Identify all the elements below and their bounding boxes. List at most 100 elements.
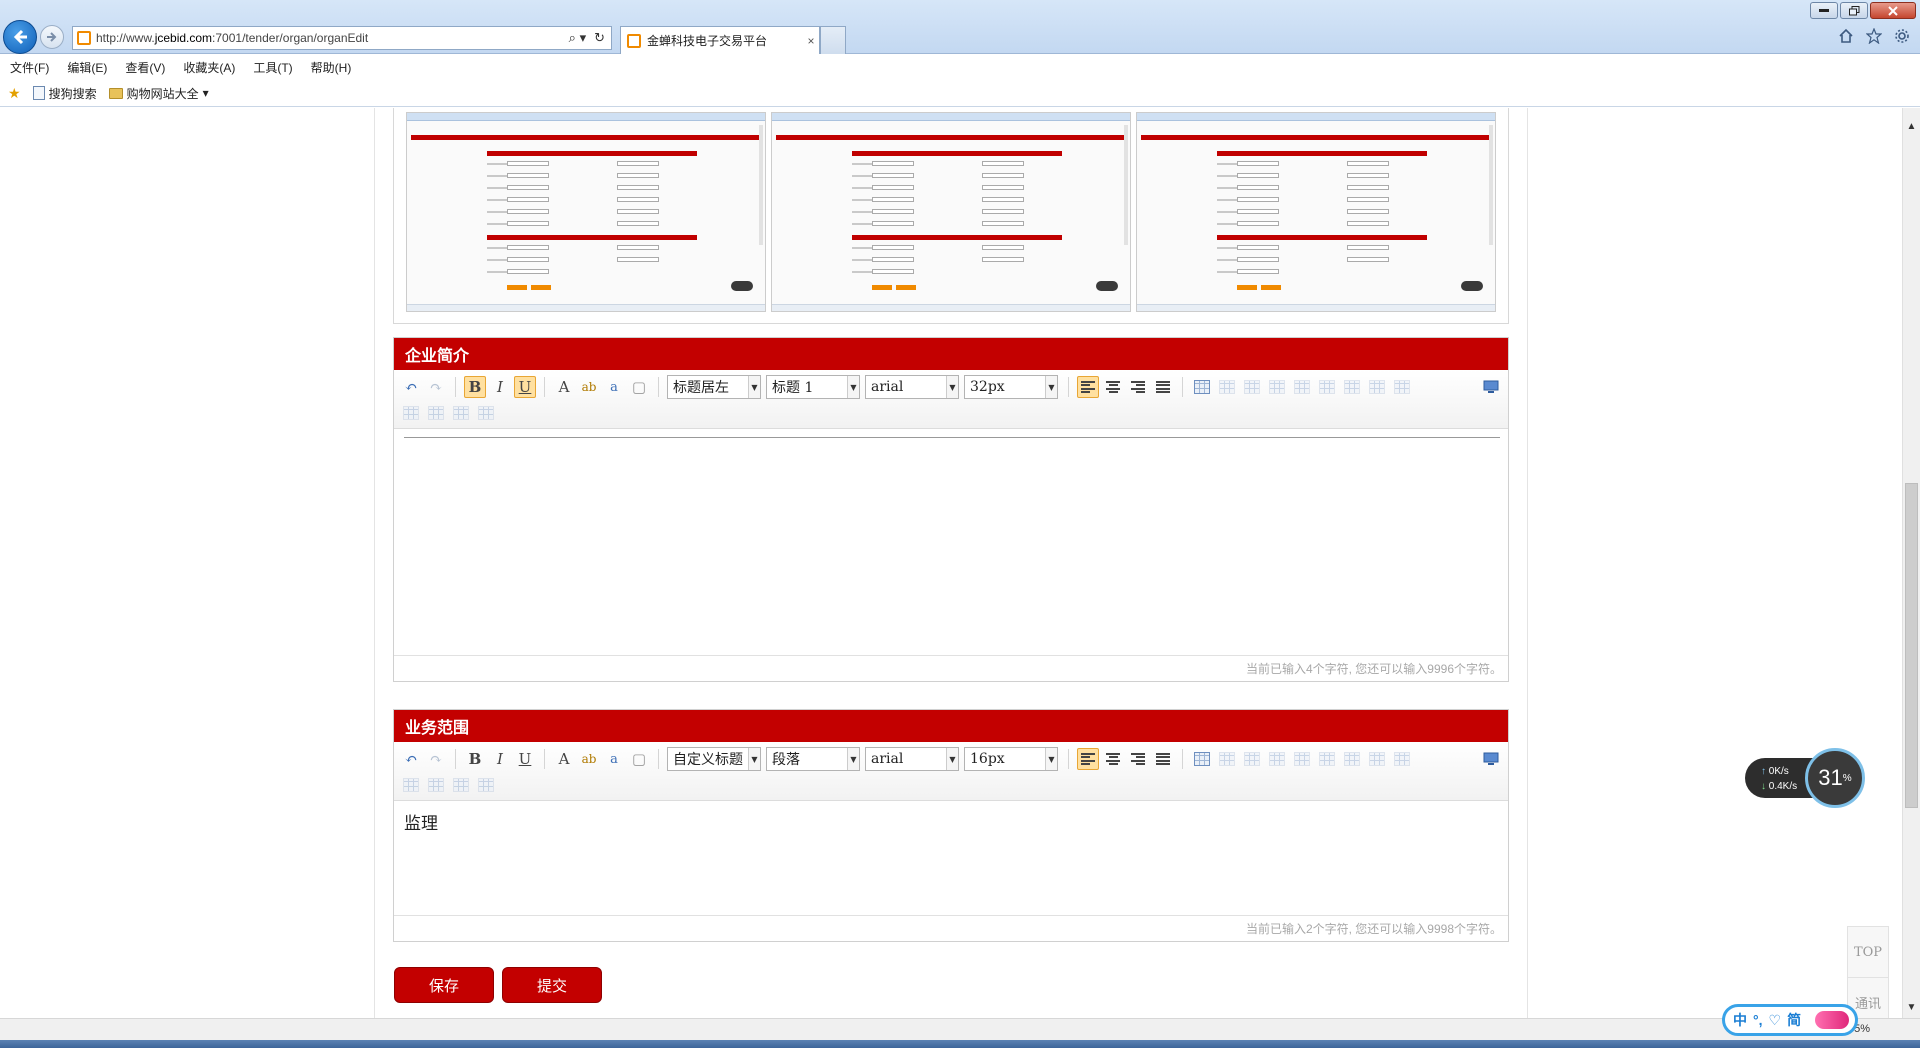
split-cells-button[interactable] <box>1391 376 1413 398</box>
thumbnail-image[interactable] <box>1136 112 1496 312</box>
align-center-button[interactable] <box>1102 376 1124 398</box>
scroll-down-icon[interactable]: ▼ <box>1903 999 1920 1016</box>
back-button[interactable] <box>3 20 37 54</box>
delete-table-button[interactable] <box>1216 376 1238 398</box>
menu-help[interactable]: 帮助(H) <box>311 59 352 76</box>
font-color-icon[interactable]: A <box>553 376 575 398</box>
align-left-button[interactable] <box>1077 376 1099 398</box>
italic-button[interactable]: I <box>489 376 511 398</box>
redo-icon[interactable]: ↷ <box>425 748 447 770</box>
link-icon[interactable]: a <box>603 748 625 770</box>
insert-table-button[interactable] <box>1191 748 1213 770</box>
preview-button[interactable] <box>1480 748 1502 770</box>
average-row-button[interactable] <box>450 402 472 424</box>
thumbnail-image[interactable] <box>771 112 1131 312</box>
font-family-select[interactable]: arial ▼ <box>865 375 959 399</box>
paragraph-style-select[interactable]: 标题居左 ▼ <box>667 375 761 399</box>
favorite-sogou[interactable]: 搜狗搜索 <box>32 85 97 102</box>
delete-row-button[interactable] <box>1291 748 1313 770</box>
refresh-icon[interactable]: ↻ <box>594 30 605 46</box>
ime-simplified-mode[interactable]: 简 <box>1787 1010 1801 1030</box>
align-left-button[interactable] <box>1077 748 1099 770</box>
favorite-shopping[interactable]: 购物网站大全 ▾ <box>108 85 209 102</box>
average-row-button[interactable] <box>450 774 472 796</box>
paragraph-style-select[interactable]: 自定义标题 ▼ <box>667 747 761 771</box>
favorites-star-icon[interactable] <box>1866 28 1882 44</box>
split-row-button[interactable] <box>400 402 422 424</box>
delete-column-button[interactable] <box>1341 376 1363 398</box>
bold-button[interactable]: B <box>464 376 486 398</box>
redo-icon[interactable]: ↷ <box>425 376 447 398</box>
ime-skin-icon[interactable] <box>1815 1011 1849 1029</box>
font-color-icon[interactable]: A <box>553 748 575 770</box>
ime-heart-icon[interactable]: ♡ <box>1769 1012 1782 1029</box>
insert-caption-button[interactable] <box>1241 376 1263 398</box>
split-cells-button[interactable] <box>1391 748 1413 770</box>
save-button[interactable]: 保存 <box>394 967 494 1003</box>
italic-button[interactable]: I <box>489 748 511 770</box>
insert-caption-button[interactable] <box>1241 748 1263 770</box>
search-dropdown-icon[interactable]: ⌕ ▾ <box>569 30 586 46</box>
undo-icon[interactable]: ↶ <box>400 376 422 398</box>
tab-close-icon[interactable]: × <box>803 34 819 48</box>
minimize-button[interactable] <box>1810 2 1838 19</box>
link-icon[interactable]: a <box>603 376 625 398</box>
underline-button[interactable]: U <box>514 376 536 398</box>
menu-file[interactable]: 文件(F) <box>10 59 49 76</box>
forward-button[interactable] <box>40 25 64 49</box>
page-break-icon[interactable]: ▢ <box>628 748 650 770</box>
ime-punctuation-icon[interactable]: °, <box>1753 1012 1763 1028</box>
highlight-color-icon[interactable]: ab <box>578 748 600 770</box>
ime-toolbar[interactable]: 中 °, ♡ 简 <box>1722 1004 1858 1036</box>
align-right-button[interactable] <box>1127 748 1149 770</box>
thumbnail-image[interactable] <box>406 112 766 312</box>
browser-tab[interactable]: 金蝉科技电子交易平台 × <box>620 26 820 54</box>
font-size-select[interactable]: 16px ▼ <box>964 747 1058 771</box>
average-column-button[interactable] <box>475 402 497 424</box>
font-family-select[interactable]: arial ▼ <box>865 747 959 771</box>
undo-icon[interactable]: ↶ <box>400 748 422 770</box>
insert-column-button[interactable] <box>1316 748 1338 770</box>
menu-edit[interactable]: 编辑(E) <box>67 59 107 76</box>
ime-language[interactable]: 中 <box>1733 1010 1747 1030</box>
page-break-icon[interactable]: ▢ <box>628 376 650 398</box>
insert-table-button[interactable] <box>1191 376 1213 398</box>
align-justify-button[interactable] <box>1152 748 1174 770</box>
new-tab-button[interactable] <box>820 26 846 54</box>
vertical-scrollbar[interactable]: ▲ ▼ <box>1902 108 1920 1018</box>
add-favorite-star-icon[interactable]: ★ <box>8 85 21 102</box>
average-column-button[interactable] <box>475 774 497 796</box>
delete-table-button[interactable] <box>1216 748 1238 770</box>
align-right-button[interactable] <box>1127 376 1149 398</box>
home-icon[interactable] <box>1838 28 1854 44</box>
insert-row-button[interactable] <box>1266 748 1288 770</box>
menu-favorites[interactable]: 收藏夹(A) <box>183 59 235 76</box>
menu-view[interactable]: 查看(V) <box>125 59 165 76</box>
preview-button[interactable] <box>1480 376 1502 398</box>
menu-tools[interactable]: 工具(T) <box>253 59 292 76</box>
split-row-button[interactable] <box>400 774 422 796</box>
underline-button[interactable]: U <box>514 748 536 770</box>
submit-button[interactable]: 提交 <box>502 967 602 1003</box>
bold-button[interactable]: B <box>464 748 486 770</box>
merge-cells-button[interactable] <box>1366 376 1388 398</box>
delete-column-button[interactable] <box>1341 748 1363 770</box>
insert-row-button[interactable] <box>1266 376 1288 398</box>
business-scope-content-area[interactable]: 监理 <box>394 801 1508 915</box>
split-column-button[interactable] <box>425 774 447 796</box>
heading-select[interactable]: 段落 ▼ <box>766 747 860 771</box>
heading-select[interactable]: 标题 1 ▼ <box>766 375 860 399</box>
scroll-thumb[interactable] <box>1905 483 1918 808</box>
insert-column-button[interactable] <box>1316 376 1338 398</box>
split-column-button[interactable] <box>425 402 447 424</box>
font-size-select[interactable]: 32px ▼ <box>964 375 1058 399</box>
settings-gear-icon[interactable] <box>1894 28 1910 44</box>
align-justify-button[interactable] <box>1152 376 1174 398</box>
close-window-button[interactable] <box>1870 2 1916 19</box>
address-bar[interactable]: http://www.jcebid.com:7001/tender/organ/… <box>72 26 612 50</box>
back-to-top-button[interactable]: TOP <box>1848 927 1888 977</box>
align-center-button[interactable] <box>1102 748 1124 770</box>
network-speed-widget[interactable]: ↑ 0K/s ↓ 0.4K/s 31% <box>1745 748 1865 808</box>
company-profile-content-area[interactable] <box>394 429 1508 655</box>
delete-row-button[interactable] <box>1291 376 1313 398</box>
